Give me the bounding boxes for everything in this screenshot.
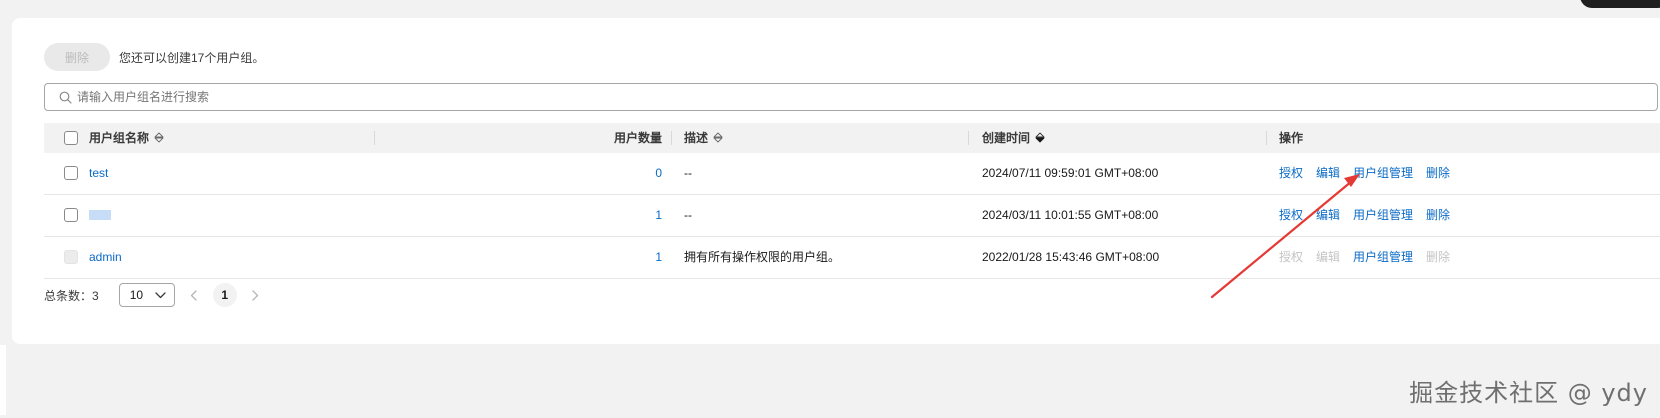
column-divider (671, 131, 672, 145)
table-row: 1 -- 2024/03/11 10:01:55 GMT+08:00 授权 编辑用… (44, 195, 1660, 237)
group-name-link[interactable]: test (89, 153, 108, 194)
authorize-link: 授权 (1279, 250, 1304, 264)
created-at-text: 2024/07/11 09:59:01 GMT+08:00 (982, 166, 1159, 180)
header-name-label: 用户组名称 (89, 131, 150, 145)
manage-users-link[interactable]: 用户组管理 (1353, 250, 1413, 264)
table-row: test 0 -- 2024/07/11 09:59:01 GMT+08:00 … (44, 153, 1660, 195)
row-checkbox[interactable] (64, 208, 78, 222)
delete-link[interactable]: 删除 (1426, 208, 1450, 222)
watermark: 掘金技术社区 @ ydy (1409, 379, 1648, 407)
group-name-link[interactable]: admin (89, 237, 122, 278)
edit-link[interactable]: 编辑 (1316, 166, 1340, 180)
edit-link: 编辑 (1316, 250, 1341, 264)
prev-page-button[interactable] (183, 283, 205, 307)
user-count-link[interactable]: 1 (584, 237, 662, 278)
table-row: admin 1 拥有所有操作权限的用户组。 2022/01/28 15:43:4… (44, 237, 1660, 279)
chevron-left-icon (191, 289, 197, 301)
sort-icon[interactable] (713, 132, 723, 143)
row-actions: 授权 编辑 用户组管理 删除 (1279, 153, 1463, 194)
description-text: 拥有所有操作权限的用户组。 (684, 250, 841, 264)
column-divider (968, 131, 969, 145)
edit-link[interactable]: 编辑 (1316, 208, 1340, 222)
delete-link[interactable]: 删除 (1426, 166, 1450, 180)
page-1-button[interactable]: 1 (212, 283, 237, 307)
page-size-value: 10 (129, 288, 144, 302)
manage-users-link[interactable]: 用户组管理 (1353, 166, 1413, 180)
manage-users-link[interactable]: 用户组管理 (1353, 208, 1413, 222)
user-group-table: 用户组名称 用户数量 描述 创建时间 操作 test 0 -- 2024/07/… (44, 123, 1660, 279)
left-edge-strip (0, 345, 6, 415)
column-divider (1266, 131, 1267, 145)
user-count-link[interactable]: 1 (584, 195, 662, 236)
row-actions: 授权 编辑 用户组管理 删除 (1279, 237, 1463, 278)
sort-icon[interactable] (154, 132, 164, 143)
page-size-select[interactable]: 10 (118, 283, 175, 307)
header-description[interactable]: 描述 (684, 123, 723, 153)
row-actions: 授权 编辑 用户组管理 删除 (1279, 195, 1463, 236)
header-created-at[interactable]: 创建时间 (982, 123, 1045, 153)
created-at-text: 2024/03/11 10:01:55 GMT+08:00 (982, 208, 1159, 222)
toolbar: 删除 您还可以创建17个用户组。 (44, 43, 264, 71)
search-icon (57, 89, 73, 105)
created-at-text: 2022/01/28 15:43:46 GMT+08:00 (982, 250, 1160, 264)
batch-delete-button[interactable]: 删除 (44, 43, 110, 71)
quota-hint: 您还可以创建17个用户组。 (119, 50, 265, 65)
user-count-link[interactable]: 0 (584, 153, 662, 194)
header-actions: 操作 (1279, 131, 1304, 145)
chevron-right-icon (252, 289, 259, 301)
authorize-link[interactable]: 授权 (1279, 208, 1303, 222)
sort-desc-icon[interactable] (1035, 132, 1045, 143)
group-name-link[interactable] (89, 195, 111, 236)
header-user-count: 用户数量 (613, 131, 662, 145)
pagination: 总条数：3 10 1 (44, 283, 267, 307)
select-all-checkbox[interactable] (64, 131, 78, 145)
header-description-label: 描述 (684, 131, 709, 145)
search-input[interactable] (77, 85, 1657, 109)
search-box[interactable] (44, 83, 1658, 111)
header-created-at-label: 创建时间 (982, 131, 1031, 145)
row-checkbox[interactable] (64, 166, 78, 180)
next-page-button[interactable] (245, 283, 267, 307)
chevron-down-icon (155, 291, 166, 298)
authorize-link[interactable]: 授权 (1279, 166, 1303, 180)
header-name[interactable]: 用户组名称 (89, 123, 164, 153)
description-text: -- (684, 208, 692, 222)
top-right-dark-corner (1580, 0, 1660, 8)
redacted-name-mask (89, 209, 111, 220)
row-checkbox-disabled (64, 250, 78, 264)
delete-link: 删除 (1426, 250, 1451, 264)
table-header: 用户组名称 用户数量 描述 创建时间 操作 (44, 123, 1660, 153)
column-divider (374, 131, 375, 145)
total-count: 总条数：3 (44, 288, 99, 303)
description-text: -- (684, 166, 692, 180)
